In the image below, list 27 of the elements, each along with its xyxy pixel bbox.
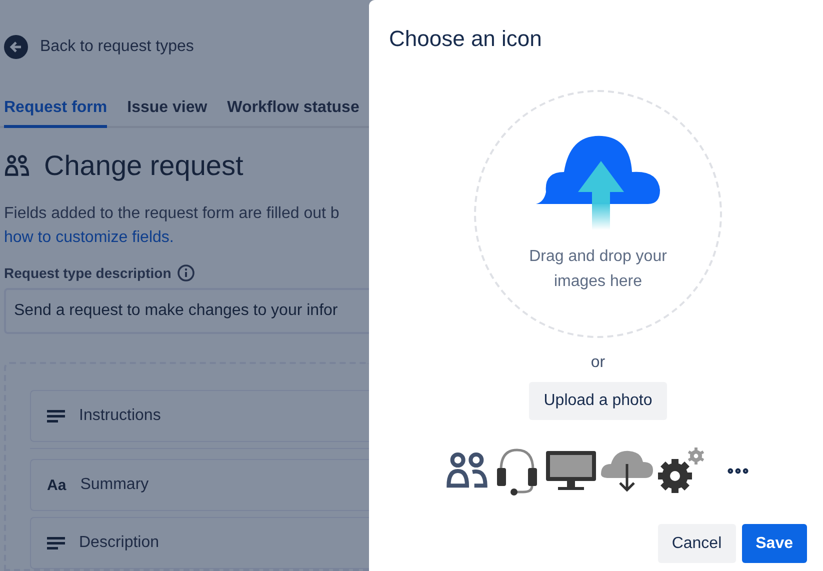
people-icon [4, 153, 30, 179]
gears-icon[interactable] [657, 446, 707, 496]
upload-button[interactable]: Upload a photo [528, 382, 668, 420]
field-label: Request type description [4, 265, 172, 281]
dialog-title: Choose an icon [389, 26, 542, 52]
page-heading: Change request [44, 150, 244, 182]
image-drop-zone[interactable]: Drag and drop your images here [474, 90, 722, 338]
form-field-row[interactable]: Aa Summary [30, 459, 369, 511]
form-field-row[interactable]: Description [30, 517, 369, 569]
back-link[interactable]: Back to request types [4, 35, 369, 59]
or-text: or [590, 354, 606, 372]
lines-icon [47, 536, 65, 550]
customize-fields-link[interactable]: how to customize fields. [4, 226, 369, 250]
drop-hint: Drag and drop your images here [528, 247, 668, 292]
cloud-upload-icon [536, 134, 660, 230]
monitor-icon[interactable] [545, 449, 597, 493]
info-icon[interactable] [177, 264, 196, 282]
cancel-button[interactable]: Cancel [658, 524, 736, 563]
form-field-row[interactable]: Instructions [30, 390, 369, 442]
save-button[interactable]: Save [742, 524, 807, 563]
lines-icon [47, 409, 65, 423]
tab[interactable]: Request form [4, 99, 108, 128]
tab[interactable]: Workflow statuse [227, 99, 360, 128]
tab[interactable]: Issue view [127, 99, 208, 128]
intro-text: Fields added to the request form are filled out b how to customize fields. [4, 202, 369, 250]
cloud-download-icon[interactable] [601, 448, 653, 494]
description-field[interactable]: Send a request to make changes to your infor [4, 288, 369, 334]
